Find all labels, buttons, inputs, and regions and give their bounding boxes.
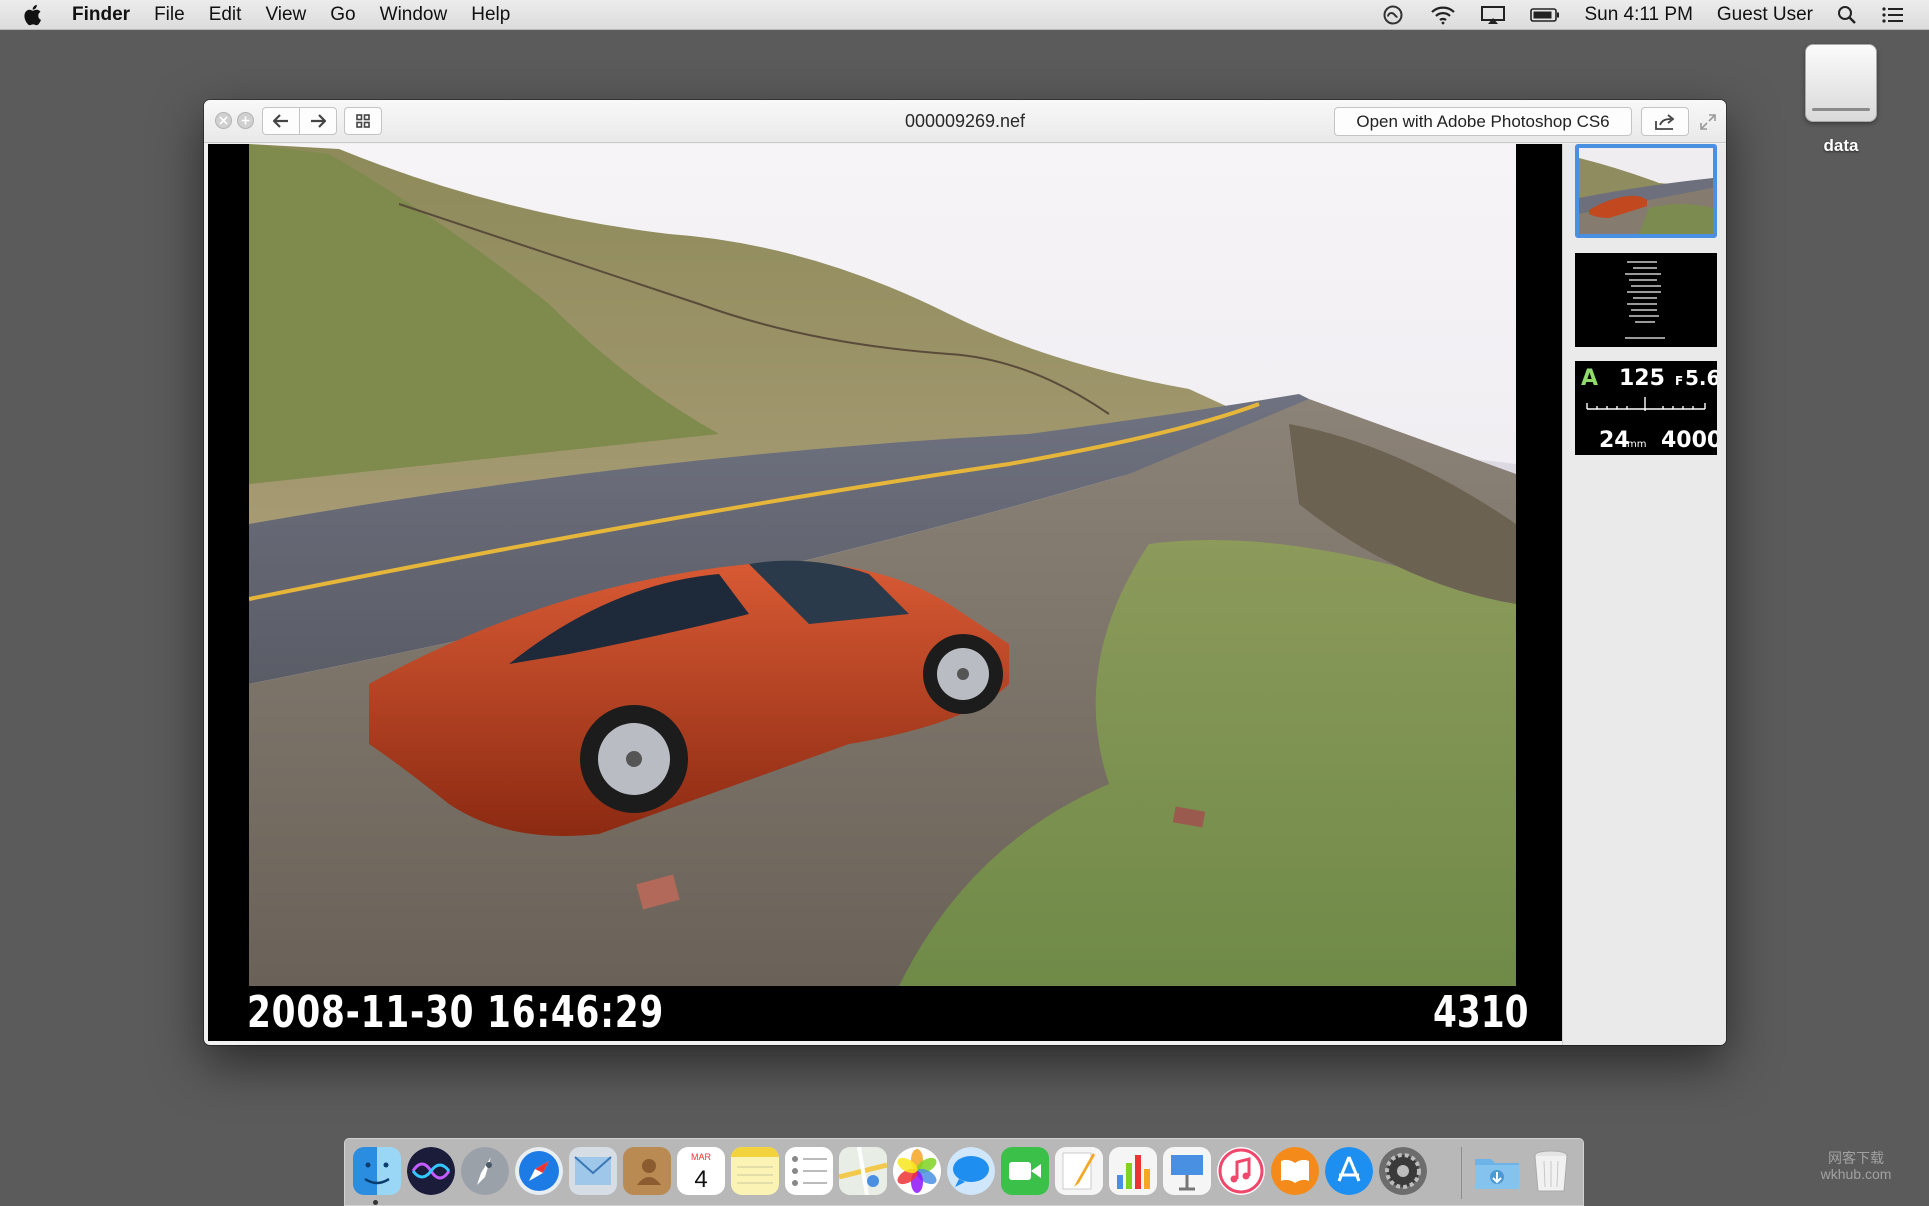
quick-look-window: 000009269.nef Open with Adobe Photoshop … [204,100,1726,1045]
share-icon [1655,113,1675,130]
photo-number-stamp: 4310 [1432,987,1528,1038]
spotlight-search-icon[interactable] [1837,5,1857,25]
close-icon [219,116,228,125]
nav-segment [262,107,337,135]
grid-icon [345,108,381,134]
facetime-icon[interactable] [1001,1147,1049,1195]
dock: MAR 4 [344,1138,1584,1206]
mail-icon[interactable] [569,1147,617,1195]
system-preferences-icon[interactable] [1379,1147,1427,1195]
itunes-icon[interactable] [1217,1147,1265,1195]
thumbnail-metadata[interactable] [1575,253,1717,347]
calendar-month: MAR [691,1152,712,1162]
pages-icon[interactable] [1055,1147,1103,1195]
thumbnail-photo[interactable] [1575,144,1717,238]
notes-icon[interactable] [731,1147,779,1195]
maps-icon[interactable] [839,1147,887,1195]
downloads-folder-icon[interactable] [1473,1147,1521,1195]
menu-view[interactable]: View [265,4,306,26]
menu-go[interactable]: Go [330,4,355,26]
watermark-line1: 网客下载 [1828,1150,1884,1166]
expand-icon [1700,114,1716,130]
dock-separator [1461,1147,1462,1199]
menu-window[interactable]: Window [380,4,448,26]
fullscreen-button[interactable] [1698,112,1718,132]
calendar-icon[interactable]: MAR 4 [677,1147,725,1195]
window-titlebar[interactable]: 000009269.nef Open with Adobe Photoshop … [204,100,1726,143]
launchpad-icon[interactable] [461,1147,509,1195]
notification-center-icon[interactable] [1881,5,1905,25]
thumbnail-exif[interactable]: A 125 F 5.6 24 mm 4000 [1575,361,1717,455]
photo-preview: 2008-11-30 16:46:29 4310 [208,144,1562,1041]
menu-bar: Finder File Edit View Go Window Help Sun… [0,0,1929,30]
reminders-icon[interactable] [785,1147,833,1195]
app-store-icon[interactable] [1325,1147,1373,1195]
exif-mode: A [1581,366,1598,391]
exif-aperture-prefix: F [1675,374,1683,388]
photos-icon[interactable] [893,1147,941,1195]
airplay-icon[interactable] [1480,5,1506,25]
close-button[interactable] [215,112,232,129]
exif-aperture: 5.6 [1685,366,1717,390]
contacts-icon[interactable] [623,1147,671,1195]
drive-label: data [1823,136,1859,155]
index-sheet-button[interactable] [344,107,382,135]
messages-icon[interactable] [947,1147,995,1195]
desktop-drive[interactable]: data [1800,44,1882,156]
creative-cloud-icon[interactable] [1380,5,1406,25]
exif-focal-unit: mm [1627,439,1646,450]
battery-icon[interactable] [1530,7,1560,23]
safari-icon[interactable] [515,1147,563,1195]
wifi-icon[interactable] [1430,5,1456,25]
thumbnail-sidebar: A 125 F 5.6 24 mm 4000 [1562,144,1726,1045]
exif-iso: 4000 [1661,428,1717,453]
menu-help[interactable]: Help [471,4,510,26]
calendar-day: 4 [694,1166,707,1193]
external-drive-icon [1805,44,1877,122]
back-button[interactable] [263,108,299,134]
arrow-left-icon [273,114,288,128]
finder-icon[interactable] [353,1147,401,1195]
user-menu[interactable]: Guest User [1717,4,1813,26]
menu-file[interactable]: File [154,4,185,26]
siri-icon[interactable] [407,1147,455,1195]
watermark-line2: wkhub.com [1820,1166,1892,1182]
photo-date-stamp: 2008-11-30 16:46:29 [247,987,665,1038]
menu-finder[interactable]: Finder [72,4,130,26]
numbers-icon[interactable] [1109,1147,1157,1195]
share-button[interactable] [1641,107,1689,136]
open-with-button[interactable]: Open with Adobe Photoshop CS6 [1334,107,1632,136]
watermark: 网客下载 wkhub.com [1786,1150,1926,1182]
exif-focal-length: 24 [1599,428,1630,453]
keynote-icon[interactable] [1163,1147,1211,1195]
forward-button[interactable] [299,108,336,134]
corvette-photo [249,144,1516,986]
apple-menu-icon[interactable] [22,4,58,26]
exif-shutter: 125 [1619,366,1665,391]
menubar-clock[interactable]: Sun 4:11 PM [1584,4,1692,26]
finder-running-indicator [373,1200,378,1205]
menu-edit[interactable]: Edit [209,4,242,26]
zoom-button[interactable] [237,112,254,129]
ibooks-icon[interactable] [1271,1147,1319,1195]
trash-icon[interactable] [1527,1147,1575,1195]
arrow-right-icon [311,114,326,128]
plus-icon [241,116,250,125]
